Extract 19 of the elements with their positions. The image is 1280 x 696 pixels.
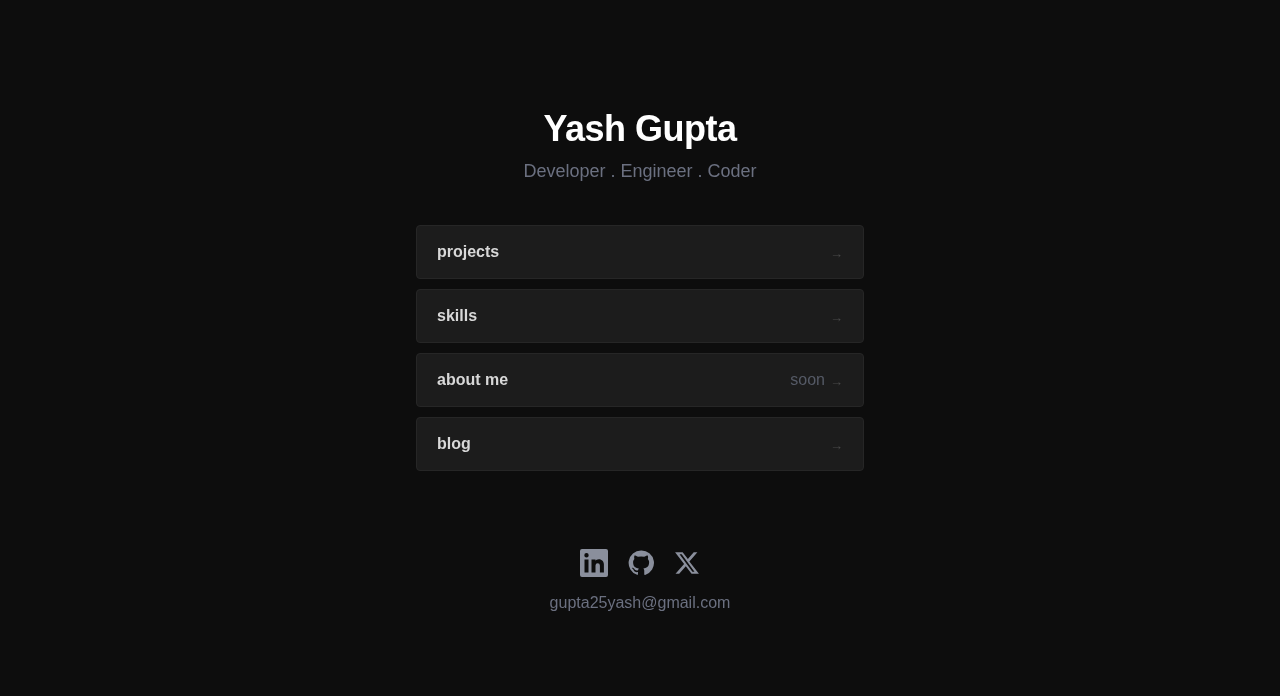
nav-link-card[interactable]: about me soon →: [416, 353, 864, 407]
nav-link-card[interactable]: skills →: [416, 289, 864, 343]
arrow-glyph: →: [830, 438, 843, 453]
link-label: about me: [437, 371, 509, 389]
linkedin-icon[interactable]: [580, 549, 608, 577]
arrow-glyph: →: [830, 310, 843, 325]
email-address: gupta25yash@gmail.com: [549, 594, 731, 612]
nav-link-card[interactable]: blog →: [416, 417, 864, 471]
github-icon[interactable]: [628, 550, 654, 576]
page-title: Yash Gupta: [543, 107, 737, 151]
soon-label: soon: [790, 371, 825, 389]
arrow-glyph: →: [830, 374, 843, 389]
tagline: Developer . Engineer . Coder: [523, 160, 757, 182]
link-label: projects: [437, 243, 500, 261]
nav-link-card[interactable]: projects →: [416, 225, 864, 279]
link-label: skills: [437, 307, 478, 325]
x-logo-icon[interactable]: [674, 550, 700, 576]
link-label: blog: [437, 435, 471, 453]
arrow-glyph: →: [830, 246, 843, 261]
